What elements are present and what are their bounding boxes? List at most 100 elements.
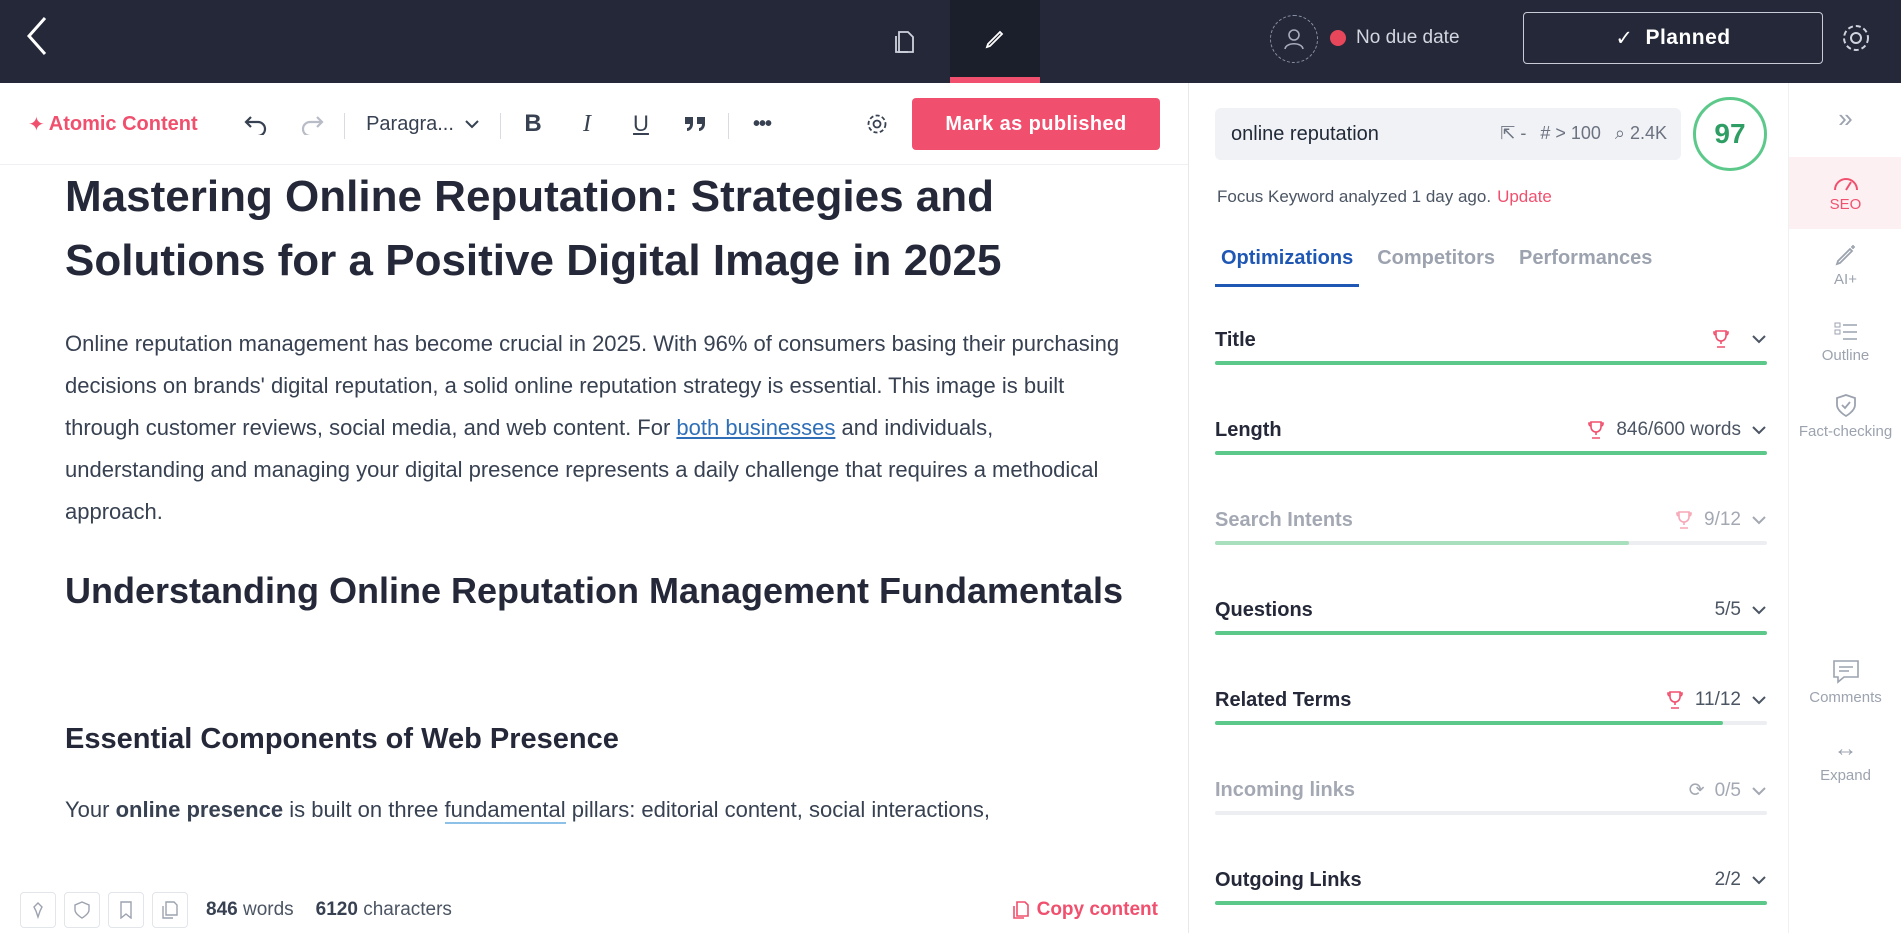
redo-icon[interactable] xyxy=(296,105,328,143)
status-button[interactable]: ✓ Planned xyxy=(1523,12,1823,64)
chevron-down-icon[interactable] xyxy=(1751,334,1767,344)
update-link[interactable]: Update xyxy=(1497,187,1552,206)
bold-text: online presence xyxy=(115,797,284,822)
optimization-list: Title Length 846/600 words Search Intents 9/… xyxy=(1215,319,1767,949)
rail-outline[interactable]: Outline xyxy=(1789,321,1901,364)
pin-icon[interactable] xyxy=(20,891,56,928)
tab-competitors[interactable]: Competitors xyxy=(1371,241,1501,287)
optimization-status: 2/2 xyxy=(1715,869,1767,891)
optimization-label: Related Terms xyxy=(1215,689,1352,711)
copy-doc-icon[interactable] xyxy=(152,891,188,928)
chevron-down-icon[interactable] xyxy=(1751,605,1767,615)
document-view-icon[interactable] xyxy=(860,0,950,83)
rail-seo[interactable]: SEO xyxy=(1789,157,1901,229)
optimization-value: 9/12 xyxy=(1704,509,1741,530)
refresh-icon[interactable]: ⟳ xyxy=(1689,779,1705,802)
edit-mode-icon[interactable] xyxy=(950,0,1040,83)
gear-icon[interactable] xyxy=(862,105,892,143)
quote-icon[interactable] xyxy=(680,105,710,143)
optimization-label: Questions xyxy=(1215,599,1313,621)
suggested-term[interactable]: fundamental xyxy=(444,797,566,824)
trophy-icon xyxy=(1713,330,1729,348)
optimization-row[interactable]: Related Terms 11/12 xyxy=(1215,679,1767,769)
keyword-volume: ⌕ 2.4K xyxy=(1614,123,1667,143)
underline-button[interactable]: U xyxy=(626,105,656,143)
gear-icon[interactable] xyxy=(1838,20,1874,56)
bold-button[interactable]: B xyxy=(518,105,548,143)
document-title[interactable]: Mastering Online Reputation: Strategies … xyxy=(65,165,1125,293)
paragraph-select-value: Paragra... xyxy=(366,112,454,135)
italic-button[interactable]: I xyxy=(572,105,602,143)
intro-paragraph[interactable]: Online reputation management has become … xyxy=(65,323,1125,533)
progress-track xyxy=(1215,541,1767,545)
optimization-status xyxy=(1711,329,1767,349)
section-heading[interactable]: Understanding Online Reputation Manageme… xyxy=(65,567,1125,615)
copy-content-button[interactable]: Copy content xyxy=(1011,899,1158,921)
rail-expand[interactable]: ↔ Expand xyxy=(1789,735,1901,784)
optimization-status: 5/5 xyxy=(1715,599,1767,621)
optimization-row[interactable]: Incoming links ⟳ 0/5 xyxy=(1215,769,1767,859)
tab-optimizations[interactable]: Optimizations xyxy=(1215,241,1360,287)
body-text: pillars: editorial content, social inter… xyxy=(565,797,990,822)
tab-performances[interactable]: Performances xyxy=(1513,241,1658,287)
focus-keyword-field[interactable]: online reputation ⇱ - # > 100 ⌕ 2.4K xyxy=(1215,108,1681,160)
subsection-heading[interactable]: Essential Components of Web Presence xyxy=(65,719,1125,759)
optimization-value: 2/2 xyxy=(1714,869,1741,890)
body-paragraph[interactable]: Your online presence is built on three f… xyxy=(65,789,1125,831)
analysis-info: Focus Keyword analyzed 1 day ago. Update xyxy=(1217,187,1552,207)
optimization-row[interactable]: Questions 5/5 xyxy=(1215,589,1767,679)
progress-track xyxy=(1215,721,1767,725)
progress-track xyxy=(1215,451,1767,455)
optimization-row[interactable]: Search Intents 9/12 xyxy=(1215,499,1767,589)
optimization-value: 0/5 xyxy=(1714,779,1741,801)
due-status-dot xyxy=(1330,30,1346,46)
optimization-label: Incoming links xyxy=(1215,779,1356,801)
chevron-down-icon xyxy=(465,120,479,129)
status-bar: 846 words 6120 characters Copy content xyxy=(20,886,1170,933)
optimization-value: 11/12 xyxy=(1694,689,1741,710)
rail-fact-checking[interactable]: Fact-checking xyxy=(1789,393,1901,440)
word-count-value: 846 xyxy=(206,898,238,920)
undo-icon[interactable] xyxy=(240,105,272,143)
character-count-label: characters xyxy=(363,898,452,920)
progress-fill xyxy=(1215,721,1723,725)
collapse-panel-icon[interactable]: » xyxy=(1789,103,1901,134)
more-options-button[interactable]: ••• xyxy=(746,105,778,143)
rail-comments[interactable]: Comments xyxy=(1789,659,1901,706)
progress-fill xyxy=(1215,541,1629,545)
atomic-content-button[interactable]: ✦ Atomic Content xyxy=(28,105,198,143)
document-body[interactable]: Mastering Online Reputation: Strategies … xyxy=(65,165,1125,831)
rail-fact-checking-label: Fact-checking xyxy=(1798,423,1893,440)
back-icon[interactable] xyxy=(22,12,52,60)
trophy-icon xyxy=(1588,421,1605,439)
chevron-down-icon[interactable] xyxy=(1751,515,1767,525)
optimization-row[interactable]: Title xyxy=(1215,319,1767,409)
intro-link[interactable]: both businesses xyxy=(676,415,835,440)
paragraph-select[interactable]: Paragra... xyxy=(362,105,484,143)
optimization-status: 846/600 words xyxy=(1586,419,1767,441)
optimization-status: ⟳ 0/5 xyxy=(1689,779,1767,802)
seo-score: 97 xyxy=(1693,97,1767,171)
progress-track xyxy=(1215,901,1767,905)
assignee-avatar[interactable] xyxy=(1270,15,1318,63)
mark-as-published-button[interactable]: Mark as published xyxy=(912,98,1160,150)
rail-ai[interactable]: AI+ xyxy=(1789,243,1901,288)
right-rail: » SEO AI+ Outline Fact-checking Comments… xyxy=(1788,83,1901,933)
optimization-row[interactable]: Length 846/600 words xyxy=(1215,409,1767,499)
chevron-down-icon[interactable] xyxy=(1751,425,1767,435)
progress-fill xyxy=(1215,901,1767,905)
chevron-down-icon[interactable] xyxy=(1751,695,1767,705)
body-text: Your xyxy=(65,797,116,822)
progress-fill xyxy=(1215,631,1767,635)
editor: ✦ Atomic Content Paragra... B I U ••• Ma… xyxy=(0,83,1188,933)
optimization-label: Title xyxy=(1215,329,1256,351)
chevron-down-icon[interactable] xyxy=(1751,786,1767,796)
due-date[interactable]: No due date xyxy=(1330,27,1460,49)
bookmark-icon[interactable] xyxy=(108,891,144,928)
character-count-value: 6120 xyxy=(315,898,358,920)
shield-icon[interactable] xyxy=(64,891,100,928)
optimization-row[interactable]: Outgoing Links 2/2 xyxy=(1215,859,1767,949)
top-bar: No due date ✓ Planned xyxy=(0,0,1901,83)
word-count: 846 words xyxy=(206,899,294,921)
chevron-down-icon[interactable] xyxy=(1751,875,1767,885)
